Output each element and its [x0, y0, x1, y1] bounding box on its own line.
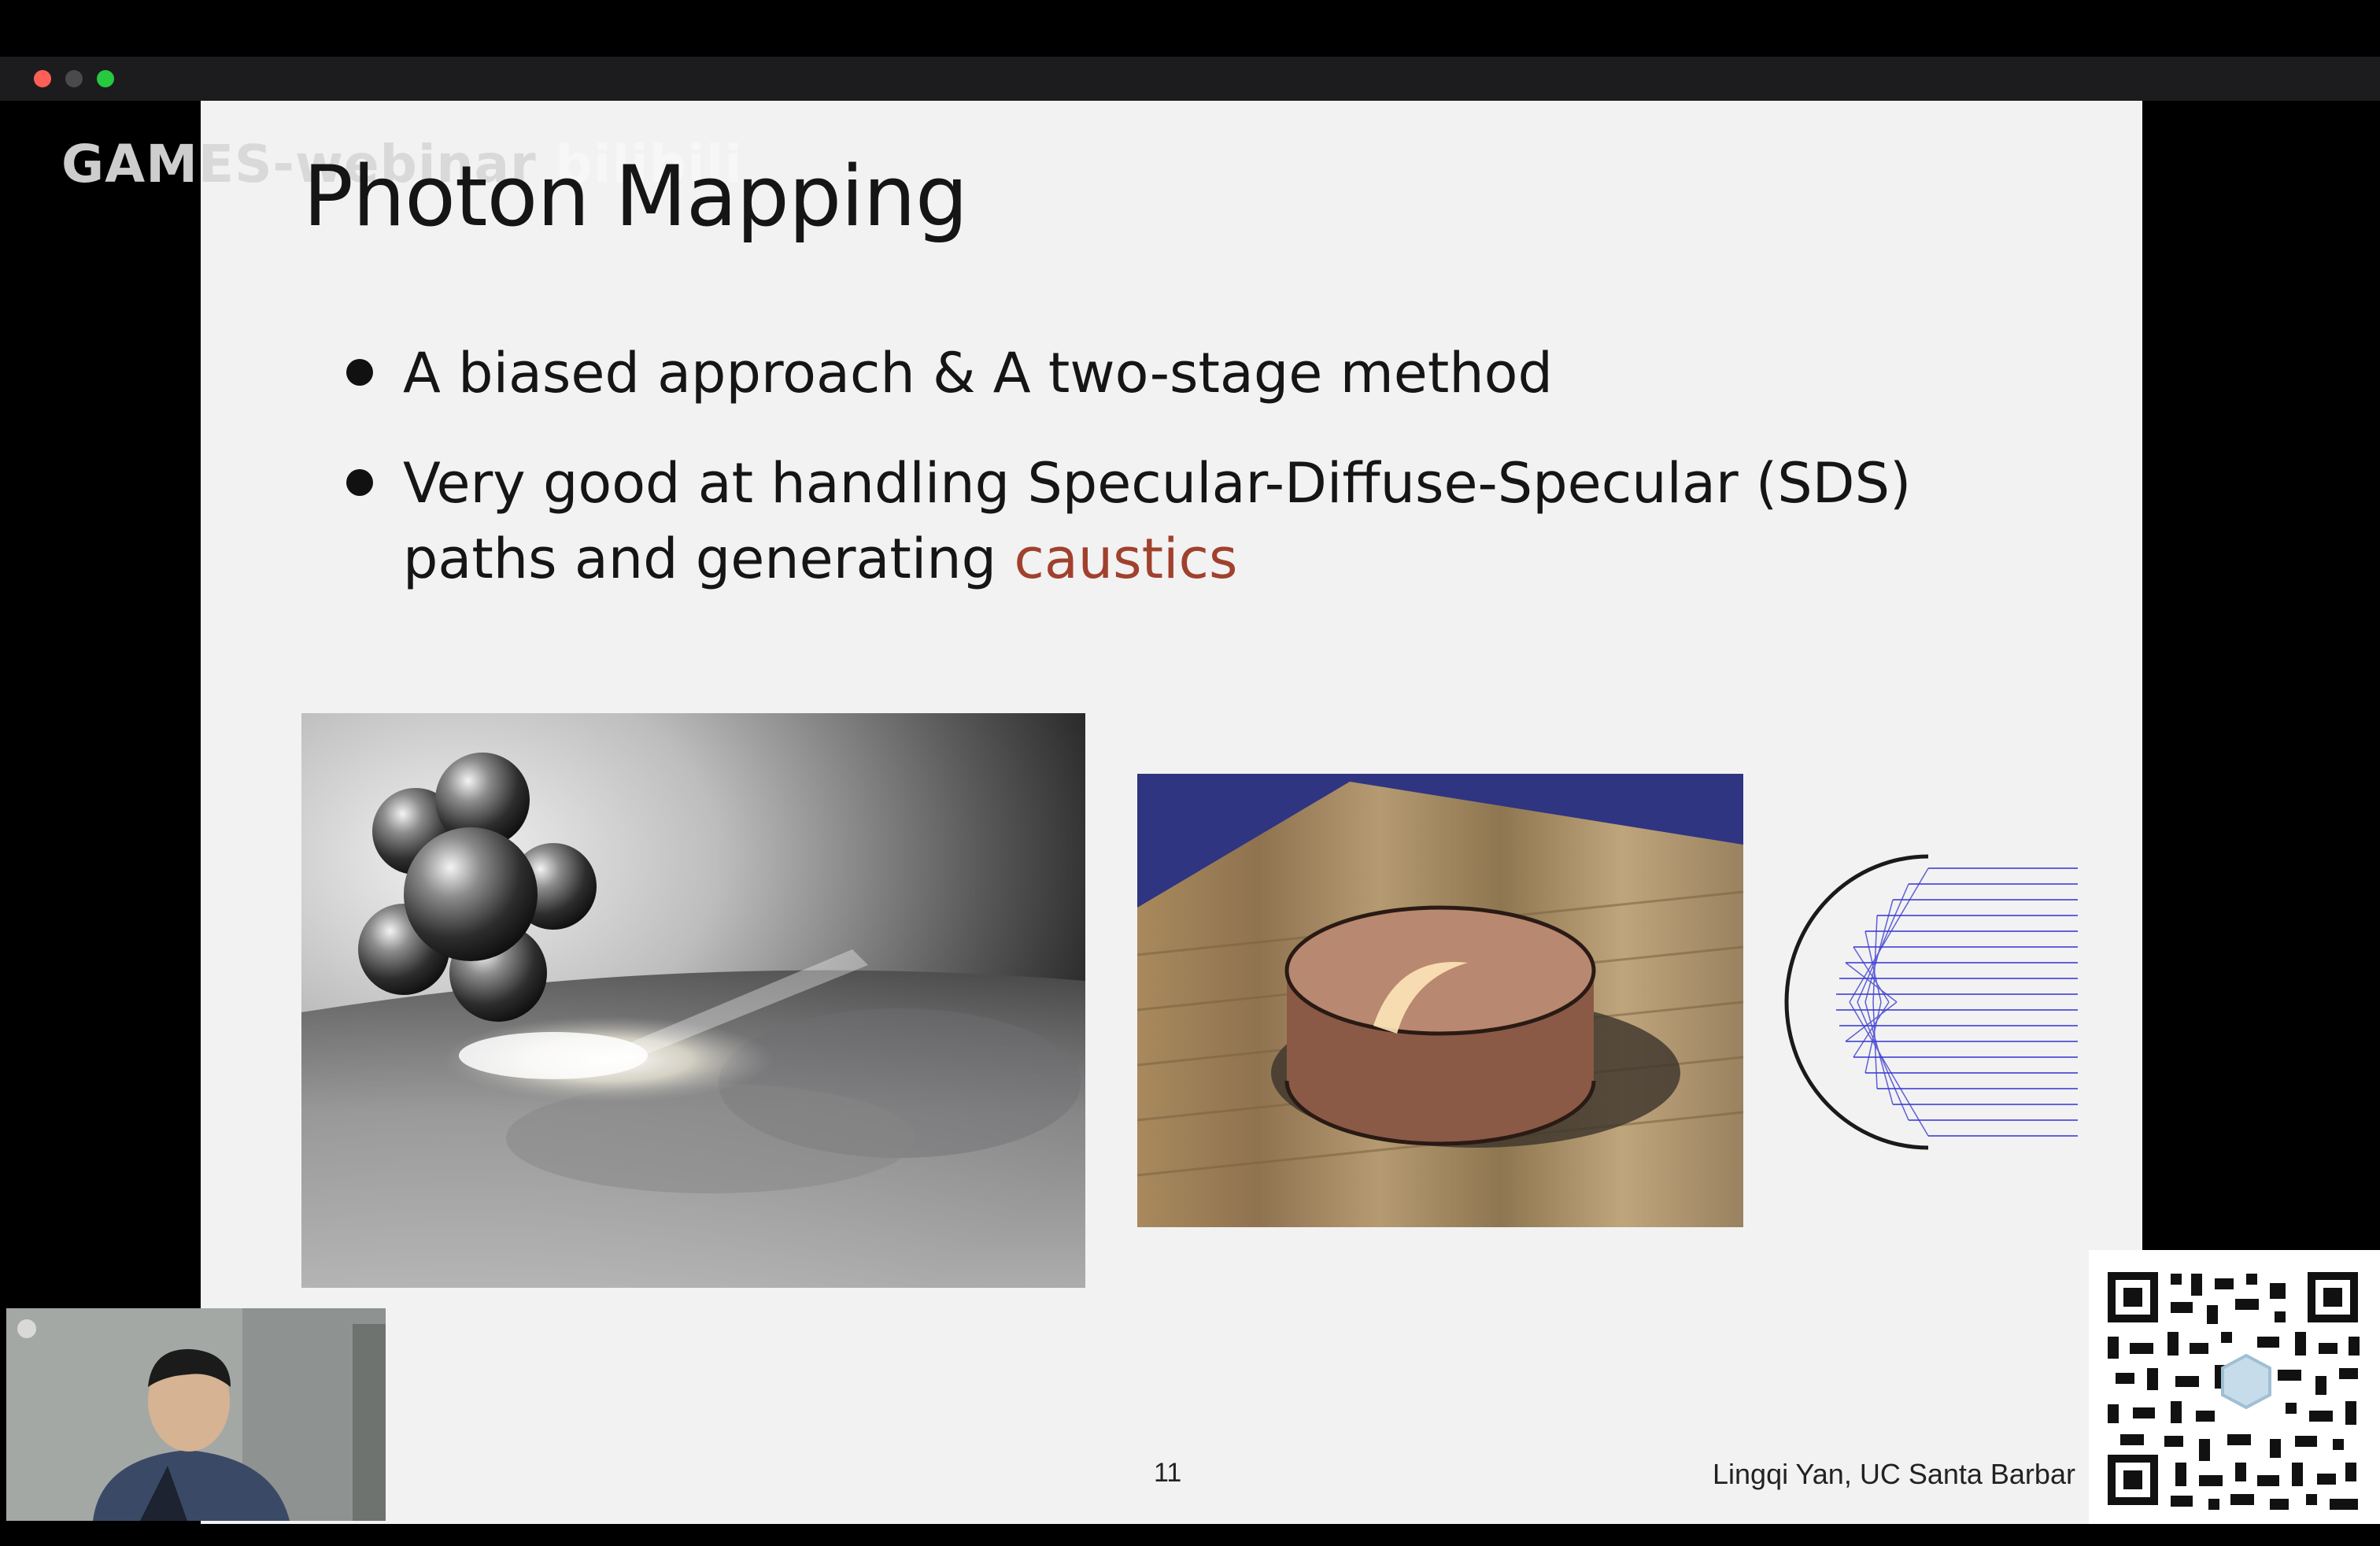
slide-page-number: 11 [1154, 1458, 1182, 1488]
close-window-button[interactable] [34, 70, 51, 87]
bottom-bar [0, 1524, 2380, 1546]
webcam-overlay[interactable] [6, 1308, 386, 1521]
top-bar [0, 0, 2380, 57]
qr-code [2089, 1250, 2380, 1526]
bullet-text-1: A biased approach & A two-stage method [403, 341, 1553, 405]
wooden-floor-ring-image [1137, 774, 1743, 1227]
qr-code-icon [2089, 1250, 2380, 1526]
bullet-dot-icon [346, 359, 373, 386]
caustics-highlight: caustics [1014, 527, 1238, 591]
slide-title: Photon Mapping [303, 148, 968, 245]
bullet-text-2-line2: paths and generating caustics [403, 521, 1911, 597]
bullet-dot-icon [346, 469, 373, 496]
window-titlebar [0, 57, 2380, 101]
speaker-video [6, 1308, 386, 1521]
glass-object-caustics-image [301, 713, 1085, 1288]
ray-reflection-diagram [1775, 849, 2080, 1152]
minimize-window-button[interactable] [65, 70, 83, 87]
webcam-status-indicator [17, 1319, 36, 1338]
bullet-text-2-line1: Very good at handling Specular-Diffuse-S… [403, 451, 1912, 516]
bullet-text-2-prefix: paths and generating [403, 527, 1014, 591]
bullet-text-2: Very good at handling Specular-Diffuse-S… [403, 446, 1911, 597]
zoom-window-button[interactable] [97, 70, 114, 87]
slide-author-footer: Lingqi Yan, UC Santa Barbar [1713, 1458, 2075, 1490]
